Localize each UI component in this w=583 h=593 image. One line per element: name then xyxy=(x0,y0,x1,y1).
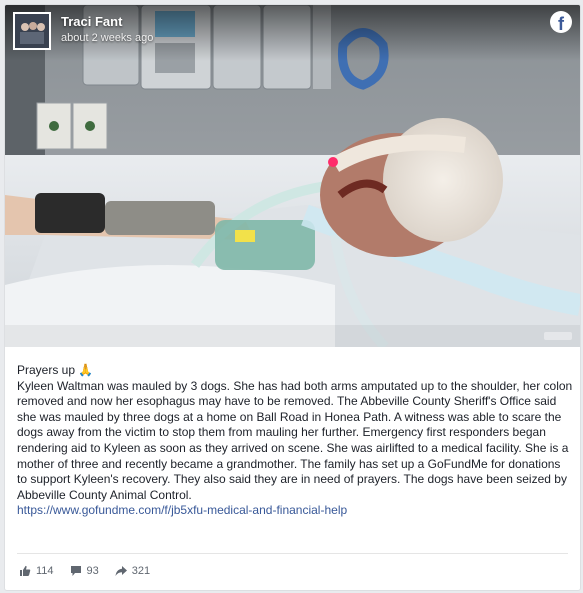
facebook-logo-icon[interactable]: f xyxy=(550,11,572,33)
thumbs-up-icon xyxy=(20,565,31,576)
shares-stat[interactable]: 321 xyxy=(115,565,150,577)
social-post-card: Traci Fant about 2 weeks ago f Prayers u… xyxy=(4,4,581,591)
post-timestamp[interactable]: about 2 weeks ago xyxy=(61,32,153,44)
likes-count: 114 xyxy=(36,565,54,577)
share-icon xyxy=(115,566,127,576)
post-first-line: Prayers up 🙏 xyxy=(17,363,94,377)
post-photo[interactable]: Traci Fant about 2 weeks ago f xyxy=(5,5,580,347)
avatar-photo-icon xyxy=(15,14,49,48)
engagement-bar: 114 93 321 xyxy=(19,565,166,577)
comments-stat[interactable]: 93 xyxy=(70,565,99,577)
gofundme-link[interactable]: https://www.gofundme.com/f/jb5xfu-medica… xyxy=(17,503,347,517)
likes-stat[interactable]: 114 xyxy=(19,565,54,577)
shares-count: 321 xyxy=(131,565,151,577)
author-name[interactable]: Traci Fant xyxy=(61,14,122,29)
post-body: Kyleen Waltman was mauled by 3 dogs. She… xyxy=(17,378,573,502)
comment-icon xyxy=(70,566,81,576)
stats-divider xyxy=(17,553,568,554)
post-header: Traci Fant about 2 weeks ago f xyxy=(5,5,580,61)
comments-count: 93 xyxy=(86,565,99,577)
author-avatar[interactable] xyxy=(13,12,51,50)
watermark-icon xyxy=(544,332,572,340)
post-text: Prayers up 🙏 Kyleen Waltman was mauled b… xyxy=(17,363,573,519)
